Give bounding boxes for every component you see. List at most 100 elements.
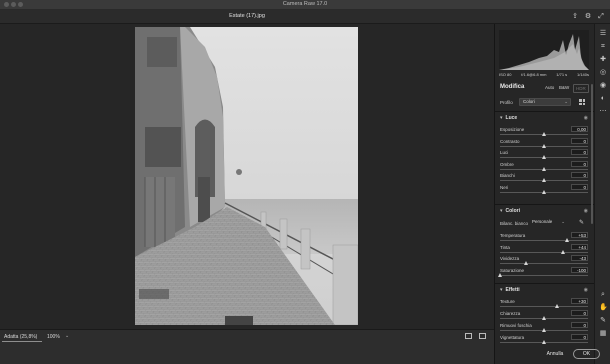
presets-icon[interactable]: ◐	[599, 95, 607, 103]
slider-luce-2[interactable]: Luci 0	[500, 149, 588, 161]
slider-thumb[interactable]	[542, 143, 546, 148]
panel-scrollbar[interactable]	[591, 84, 593, 224]
slider-thumb[interactable]	[542, 316, 546, 320]
slider-value-field[interactable]: 0,00	[571, 126, 588, 132]
ok-button[interactable]: OK	[573, 349, 600, 359]
slider-effetti-0[interactable]: Texture +30	[500, 298, 588, 310]
window-titlebar: Camera Raw 17.0	[0, 0, 610, 10]
bw-button[interactable]: B&W	[557, 84, 571, 91]
eye-icon[interactable]: ◉	[584, 208, 588, 214]
slider-value-field[interactable]: 0	[571, 322, 588, 328]
export-icon[interactable]: ⇪	[571, 13, 579, 21]
sampler-icon[interactable]: ✎	[599, 317, 607, 325]
chevron-down-icon: ⌄	[564, 99, 568, 104]
slider-thumb[interactable]	[542, 190, 546, 194]
zoom-fit-button[interactable]: Adatta (25,8%)	[4, 334, 37, 340]
eye-icon[interactable]: ◉	[584, 115, 588, 121]
slider-value-field[interactable]: 0	[571, 137, 588, 144]
profile-browser-icon[interactable]	[579, 99, 585, 105]
slider-label: Vividezza	[500, 256, 520, 262]
auto-button[interactable]: Auto	[543, 84, 556, 91]
slider-value-field[interactable]: 0	[571, 172, 588, 179]
cancel-button[interactable]: Annulla	[542, 349, 568, 359]
zoom-icon[interactable]: ⌕	[599, 291, 607, 299]
slider-thumb[interactable]	[542, 340, 546, 344]
slider-colori-3[interactable]: Saturazione -100	[498, 266, 588, 279]
edit-sliders-icon[interactable]: ☰	[599, 30, 607, 38]
chevron-down-icon[interactable]: ⌄	[65, 333, 69, 339]
zoom-fit-underline	[2, 341, 42, 342]
eye-icon[interactable]: ◉	[584, 287, 588, 293]
slider-track[interactable]	[500, 306, 588, 307]
zoom-100-button[interactable]: 100%	[47, 334, 60, 340]
slider-track[interactable]	[500, 251, 588, 253]
section-colori[interactable]: ▾ Colori	[500, 208, 520, 214]
slider-label: Chiarezza	[500, 311, 521, 316]
slider-thumb[interactable]	[523, 261, 528, 266]
slider-luce-1[interactable]: Contrasto 0	[500, 137, 588, 150]
slider-colori-0[interactable]: Temperatura +53	[500, 232, 588, 244]
crop-icon[interactable]: ⌗	[599, 43, 607, 51]
grid-icon[interactable]: ▦	[599, 330, 607, 338]
section-effetti[interactable]: ▾ Effetti	[500, 287, 520, 293]
gear-icon[interactable]: ⚙	[584, 13, 592, 21]
slider-track[interactable]	[500, 263, 588, 265]
profile-select[interactable]: Colori ⌄	[519, 98, 571, 106]
expand-icon[interactable]: ⤢	[597, 13, 605, 21]
slider-value-field[interactable]: -100	[571, 266, 588, 273]
app-title: Camera Raw 17.0	[282, 1, 328, 7]
slider-thumb[interactable]	[542, 178, 546, 183]
slider-thumb[interactable]	[542, 166, 546, 171]
section-luce[interactable]: ▾ Luce	[500, 115, 517, 121]
mask-icon[interactable]: ◎	[599, 69, 607, 77]
slider-thumb[interactable]	[498, 272, 502, 277]
chevron-down-icon: ▾	[500, 208, 503, 214]
slider-thumb[interactable]	[564, 238, 569, 242]
white-balance-select[interactable]: Personale ⌄	[530, 219, 566, 226]
slider-value-field[interactable]: +44	[571, 243, 588, 250]
slider-thumb[interactable]	[542, 328, 546, 332]
redeye-icon[interactable]: ◉	[599, 82, 607, 90]
slider-luce-4[interactable]: Bianchi 0	[500, 172, 588, 184]
histogram	[499, 30, 589, 70]
slider-label: Contrasto	[500, 138, 520, 144]
slider-track[interactable]	[500, 274, 588, 276]
profile-value: Colori	[523, 99, 535, 104]
slider-label: Texture	[500, 299, 515, 304]
slider-thumb[interactable]	[542, 155, 546, 160]
slider-effetti-2[interactable]: Rimuovi foschia 0	[500, 322, 588, 334]
slider-track[interactable]	[500, 240, 588, 241]
slider-luce-3[interactable]: Ombre 0	[500, 160, 588, 173]
divider	[495, 283, 595, 284]
slider-value-field[interactable]: 0	[571, 184, 588, 190]
slider-label: Bianchi	[500, 173, 515, 179]
slider-value-field[interactable]: 0	[571, 149, 588, 156]
hand-icon[interactable]: ✋	[599, 304, 608, 312]
hdr-button[interactable]: HDR	[573, 84, 589, 93]
slider-value-field[interactable]: -43	[571, 255, 588, 262]
slider-label: Luci	[500, 150, 509, 156]
heal-icon[interactable]: ✚	[599, 56, 607, 64]
slider-luce-5[interactable]: Neri 0	[500, 184, 588, 196]
slider-label: Neri	[500, 185, 509, 190]
slider-effetti-1[interactable]: Chiarezza 0	[500, 310, 588, 322]
slider-effetti-3[interactable]: Vignettatura 0	[500, 334, 588, 346]
slider-value-field[interactable]: +53	[571, 232, 588, 238]
slider-luce-0[interactable]: Esposizione 0,00	[500, 126, 588, 138]
more-icon[interactable]: ⋯	[599, 108, 607, 116]
slider-value-field[interactable]: 0	[571, 310, 588, 316]
white-balance-label: Bilanc. bianco	[500, 221, 529, 226]
before-after-icon[interactable]	[479, 333, 486, 339]
slider-colori-2[interactable]: Vividezza -43	[500, 255, 588, 267]
slider-thumb[interactable]	[561, 249, 566, 254]
slider-thumb[interactable]	[542, 132, 546, 136]
preview-photo	[135, 27, 358, 325]
compare-view-icon[interactable]	[465, 333, 472, 339]
slider-thumb[interactable]	[555, 304, 560, 308]
image-canvas[interactable]	[0, 24, 494, 329]
slider-value-field[interactable]: 0	[571, 160, 588, 167]
slider-colori-1[interactable]: Tinta +44	[500, 243, 588, 256]
eyedropper-icon[interactable]: ✎	[579, 219, 584, 226]
slider-value-field[interactable]: +30	[571, 298, 588, 304]
slider-value-field[interactable]: 0	[571, 334, 588, 340]
